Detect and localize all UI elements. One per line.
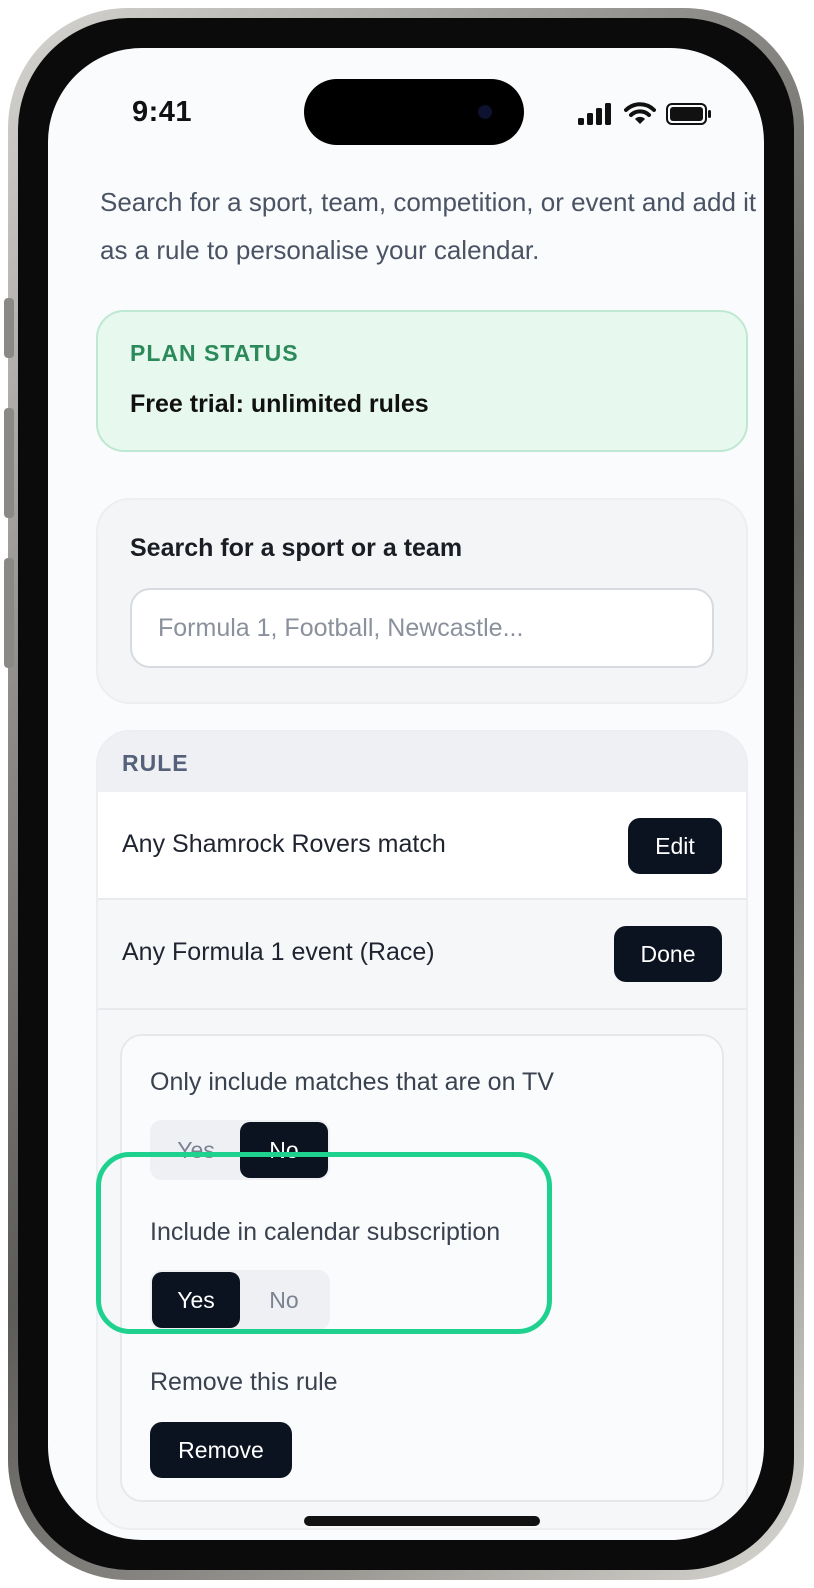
search-input[interactable] bbox=[130, 588, 714, 668]
volume-up-button bbox=[4, 408, 14, 518]
rule-header-label: RULE bbox=[122, 750, 189, 776]
rule-header: RULE bbox=[98, 732, 746, 792]
wifi-icon bbox=[624, 102, 656, 124]
status-time: 9:41 bbox=[132, 96, 193, 128]
search-card: Search for a sport or a team bbox=[96, 498, 748, 704]
dynamic-island bbox=[304, 79, 524, 145]
edit-button[interactable]: Edit bbox=[628, 818, 722, 874]
tv-only-label: Only include matches that are on TV bbox=[150, 1068, 554, 1096]
camera-icon bbox=[478, 105, 492, 119]
intro-text: Search for a sport, team, competition, o… bbox=[100, 187, 757, 265]
battery-icon bbox=[666, 103, 711, 125]
rule-label: Any Formula 1 event (Race) bbox=[122, 938, 435, 966]
home-indicator bbox=[304, 1516, 540, 1526]
phone-frame: 9:41 Search for a sport, team, competiti… bbox=[4, 8, 804, 1580]
plan-status-label: PLAN STATUS bbox=[130, 340, 299, 366]
remove-button[interactable]: Remove bbox=[150, 1422, 292, 1478]
rule-card: RULE Any Shamrock Rovers match Edit Any … bbox=[96, 730, 748, 1530]
search-title: Search for a sport or a team bbox=[130, 534, 463, 562]
highlight-outline bbox=[96, 1152, 552, 1334]
rule-label: Any Shamrock Rovers match bbox=[122, 830, 446, 858]
done-button[interactable]: Done bbox=[614, 926, 722, 982]
rule-row: Any Shamrock Rovers match Edit bbox=[98, 792, 746, 900]
volume-down-button bbox=[4, 558, 14, 668]
signal-icon bbox=[578, 103, 611, 125]
status-icons bbox=[578, 102, 712, 126]
remove-rule-label: Remove this rule bbox=[150, 1368, 338, 1396]
plan-status-value: Free trial: unlimited rules bbox=[130, 390, 429, 418]
bezel: 9:41 Search for a sport, team, competiti… bbox=[18, 18, 794, 1570]
rule-row: Any Formula 1 event (Race) Done bbox=[98, 900, 746, 1010]
plan-status-card: PLAN STATUS Free trial: unlimited rules bbox=[96, 310, 748, 452]
action-button bbox=[4, 298, 14, 358]
